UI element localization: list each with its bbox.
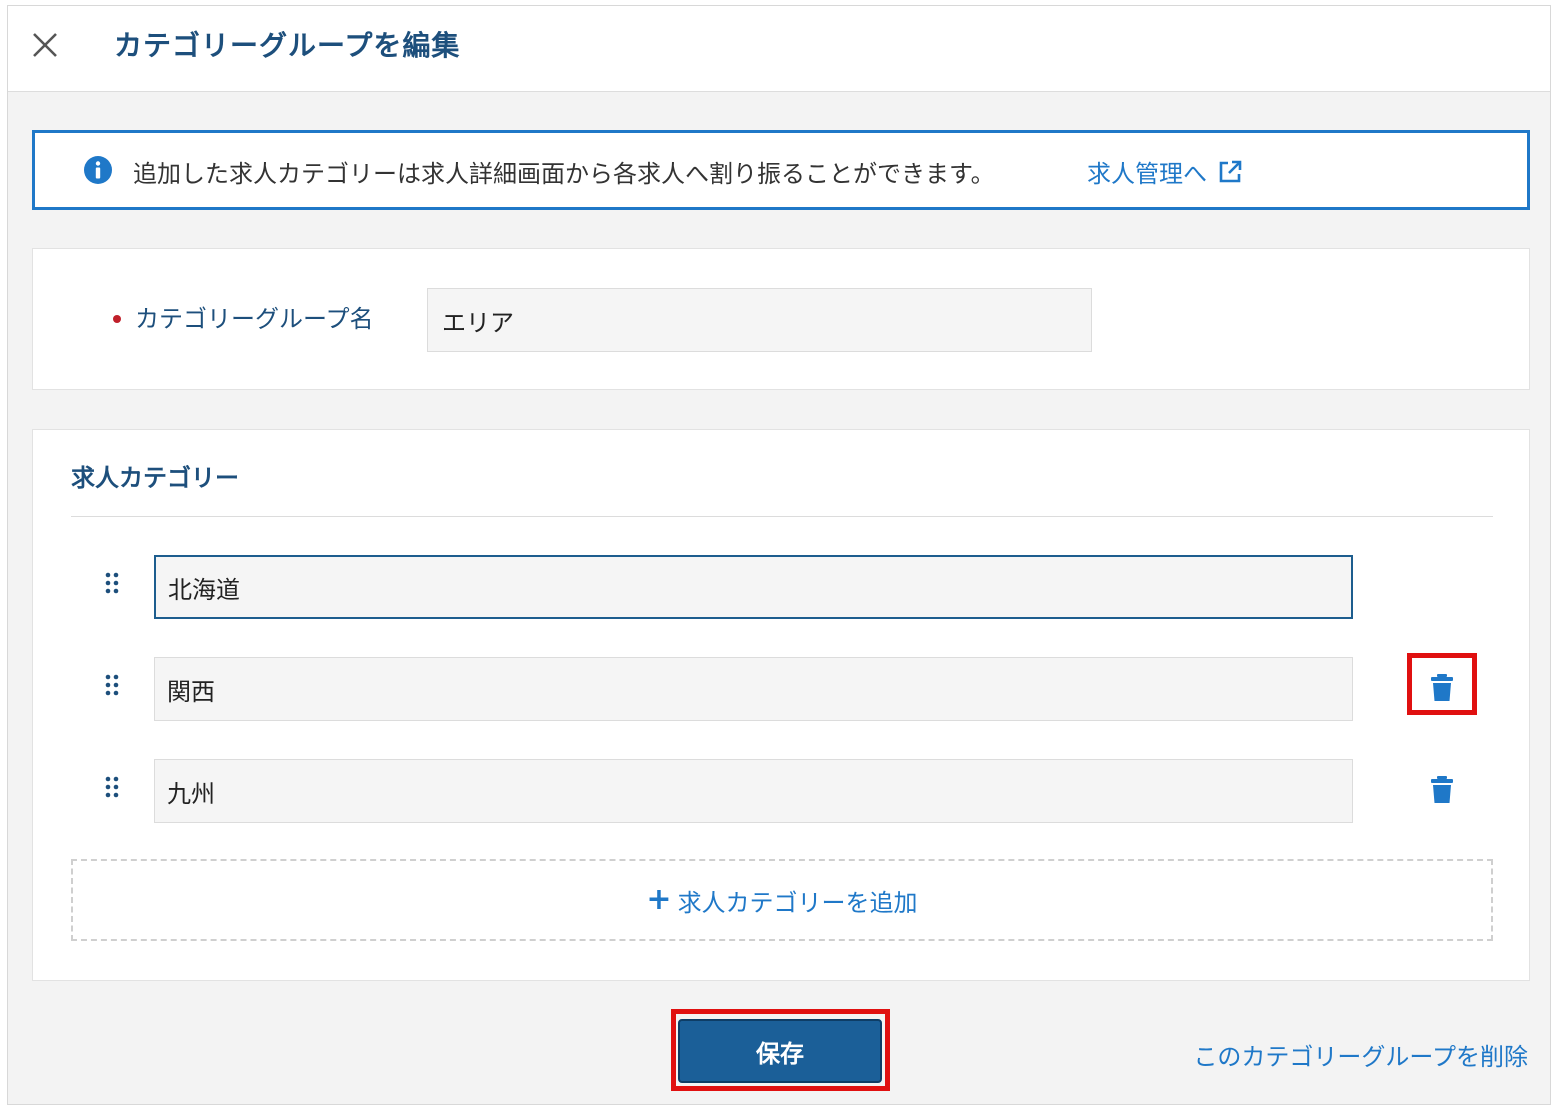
group-name-card: カテゴリーグループ名 — [32, 248, 1530, 390]
edit-category-group-modal: カテゴリーグループを編集 追加した求人カテゴリーは求人詳細画面から各求人へ割り振… — [7, 5, 1551, 1105]
drag-handle-icon[interactable] — [103, 775, 123, 799]
job-management-link[interactable]: 求人管理へ — [1087, 154, 1243, 189]
close-icon[interactable] — [28, 28, 62, 62]
info-banner: 追加した求人カテゴリーは求人詳細画面から各求人へ割り振ることができます。 求人管… — [32, 130, 1530, 210]
trash-icon[interactable] — [1429, 673, 1455, 703]
info-icon — [84, 156, 112, 184]
drag-handle-icon[interactable] — [103, 571, 123, 595]
group-name-input[interactable] — [427, 288, 1092, 352]
add-category-label: 求人カテゴリーを追加 — [677, 888, 918, 917]
drag-handle-icon[interactable] — [103, 673, 123, 697]
category-input[interactable] — [154, 555, 1353, 619]
required-indicator — [113, 315, 121, 323]
category-input[interactable] — [154, 657, 1353, 721]
external-link-icon — [1219, 160, 1242, 182]
job-management-link-label: 求人管理へ — [1087, 160, 1207, 188]
category-row — [33, 653, 1529, 723]
delete-group-link[interactable]: このカテゴリーグループを削除 — [1193, 1037, 1528, 1072]
info-text: 追加した求人カテゴリーは求人詳細画面から各求人へ割り振ることができます。 — [133, 160, 995, 188]
group-name-label: カテゴリーグループ名 — [135, 305, 374, 333]
section-divider — [71, 516, 1493, 517]
add-category-button[interactable]: + 求人カテゴリーを追加 — [71, 859, 1493, 941]
category-row — [33, 555, 1529, 621]
trash-icon[interactable] — [1429, 775, 1455, 805]
modal-header: カテゴリーグループを編集 — [8, 6, 1550, 92]
modal-title: カテゴリーグループを編集 — [114, 29, 461, 62]
category-input[interactable] — [154, 759, 1353, 823]
category-row — [33, 759, 1529, 825]
plus-icon: + — [646, 882, 672, 917]
job-categories-card: 求人カテゴリー 北海道 関西 九州 + 求人カテゴリーを追加 — [32, 429, 1530, 981]
job-categories-title: 求人カテゴリー — [71, 464, 239, 492]
save-button[interactable]: 保存 — [678, 1019, 882, 1083]
